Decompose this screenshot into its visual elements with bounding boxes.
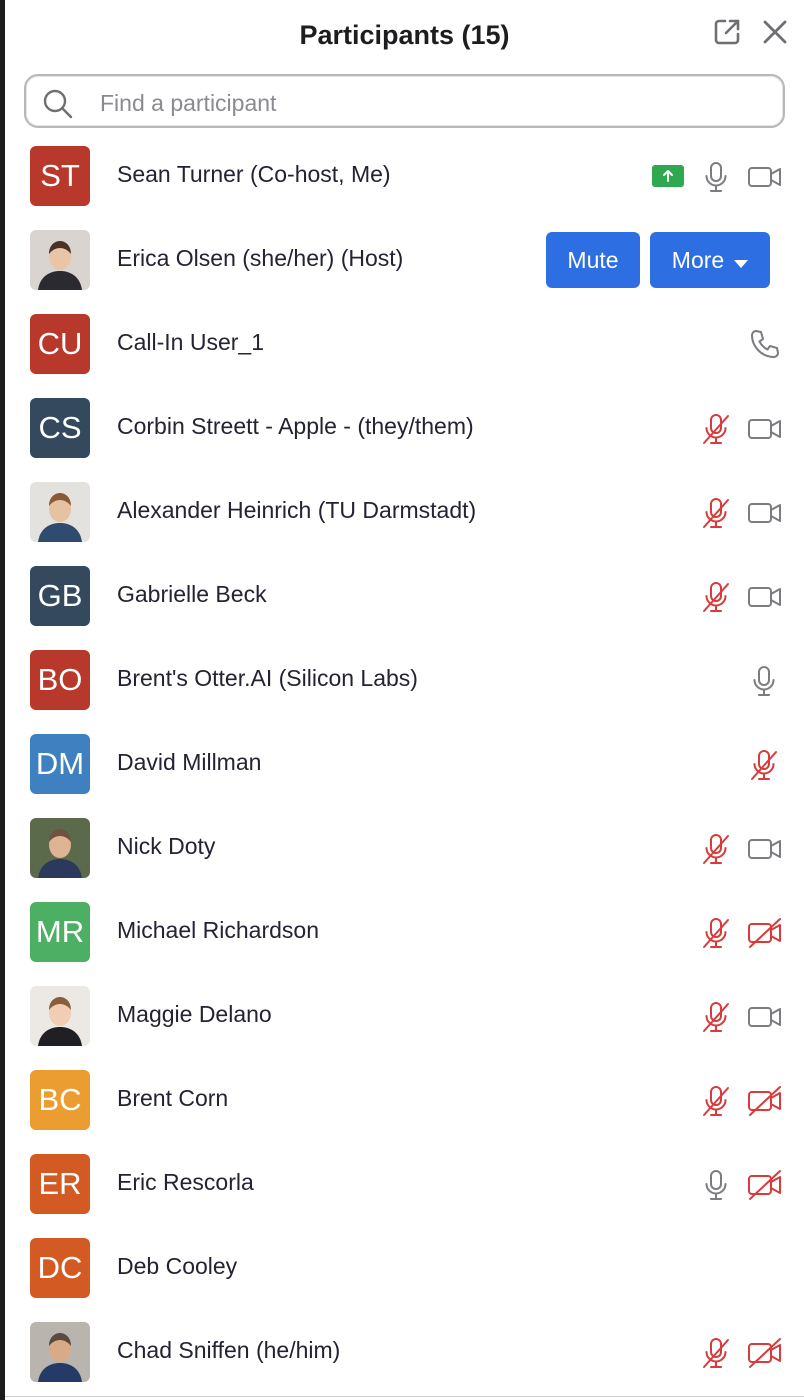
participant-name: Brent Corn [117, 1085, 229, 1111]
video-off-icon [747, 1168, 783, 1202]
video-icon [747, 580, 783, 614]
mute-button[interactable]: Mute [546, 232, 640, 288]
participant-row[interactable]: Nick Doty [5, 806, 804, 890]
participant-row[interactable]: BO Brent's Otter.AI (Silicon Labs) [5, 638, 804, 722]
participant-row[interactable]: DM David Millman [5, 722, 804, 806]
avatar-initials: GB [37, 578, 83, 613]
phone-icon [749, 328, 781, 360]
avatar-initials: ER [38, 1166, 82, 1201]
avatar-photo [30, 818, 90, 878]
more-button[interactable]: More [650, 232, 770, 288]
participant-row[interactable]: Alexander Heinrich (TU Darmstadt) [5, 470, 804, 554]
mic-muted-icon [699, 1336, 733, 1370]
avatar-initials: BC [38, 1082, 82, 1117]
avatar-photo [30, 986, 90, 1046]
avatar-photo [30, 1322, 90, 1382]
avatar-initials: BO [37, 662, 83, 697]
participant-name: Brent's Otter.AI (Silicon Labs) [117, 665, 418, 691]
participant-name: Deb Cooley [117, 1253, 238, 1279]
participant-name: David Millman [117, 749, 262, 775]
participant-name: Chad Sniffen (he/him) [117, 1337, 341, 1363]
participant-name: Call-In User_1 [117, 329, 264, 355]
participant-name: Maggie Delano [117, 1001, 272, 1027]
avatar: DC [30, 1238, 90, 1298]
avatar: MR [30, 902, 90, 962]
participant-name: Eric Rescorla [117, 1169, 254, 1195]
participant-row[interactable]: CS Corbin Streett - Apple - (they/them) [5, 386, 804, 470]
caret-down-icon [734, 247, 749, 274]
search-icon [42, 88, 74, 125]
participant-row[interactable]: ER Eric Rescorla [5, 1142, 804, 1226]
mic-icon [699, 160, 733, 194]
avatar: BC [30, 1070, 90, 1130]
avatar-initials: DM [35, 746, 85, 781]
avatar-initials: CU [37, 326, 83, 361]
avatar: GB [30, 566, 90, 626]
mic-muted-icon [699, 496, 733, 530]
participant-row[interactable]: Erica Olsen (she/her) (Host) Mute More [5, 218, 804, 302]
panel-title: Participants (15) [299, 20, 510, 50]
close-icon[interactable] [757, 14, 793, 50]
mic-muted-icon [699, 412, 733, 446]
participant-name: Michael Richardson [117, 917, 319, 943]
participant-row[interactable]: BC Brent Corn [5, 1058, 804, 1142]
mic-muted-icon [699, 916, 733, 950]
popout-icon[interactable] [709, 14, 745, 50]
participant-name: Gabrielle Beck [117, 581, 267, 607]
video-icon [747, 832, 783, 866]
video-off-icon [747, 1084, 783, 1118]
mic-muted-icon [699, 832, 733, 866]
share-screen-icon [652, 165, 684, 187]
search-input[interactable] [98, 84, 752, 122]
divider [5, 1396, 804, 1397]
video-icon [747, 160, 783, 194]
avatar-initials: MR [35, 914, 85, 949]
more-button-label: More [671, 246, 725, 273]
search-box [24, 74, 785, 128]
avatar-initials: DC [37, 1250, 83, 1285]
video-icon [747, 1000, 783, 1034]
mic-muted-icon [747, 748, 781, 782]
avatar: ST [30, 146, 90, 206]
participant-row[interactable]: Chad Sniffen (he/him) [5, 1310, 804, 1394]
participant-name: Alexander Heinrich (TU Darmstadt) [117, 497, 477, 523]
avatar: DM [30, 734, 90, 794]
video-off-icon [747, 916, 783, 950]
avatar: BO [30, 650, 90, 710]
participant-name: Sean Turner (Co-host, Me) [117, 161, 391, 187]
participant-row[interactable]: GB Gabrielle Beck [5, 554, 804, 638]
participant-name: Erica Olsen (she/her) (Host) [117, 245, 404, 271]
avatar-photo [30, 482, 90, 542]
avatar-initials: ST [40, 158, 80, 193]
video-off-icon [747, 1336, 783, 1370]
participant-name: Corbin Streett - Apple - (they/them) [117, 413, 474, 439]
participant-name: Nick Doty [117, 833, 216, 859]
panel-header: Participants (15) [5, 0, 804, 72]
avatar: CS [30, 398, 90, 458]
avatar-photo [30, 230, 90, 290]
mic-icon [699, 1168, 733, 1202]
mic-muted-icon [699, 580, 733, 614]
participant-row[interactable]: Maggie Delano [5, 974, 804, 1058]
avatar: CU [30, 314, 90, 374]
participant-row[interactable]: DC Deb Cooley [5, 1226, 804, 1310]
video-icon [747, 496, 783, 530]
participant-row[interactable]: CU Call-In User_1 [5, 302, 804, 386]
mic-icon [747, 664, 781, 698]
participant-row[interactable]: MR Michael Richardson [5, 890, 804, 974]
video-icon [747, 412, 783, 446]
avatar: ER [30, 1154, 90, 1214]
mic-muted-icon [699, 1000, 733, 1034]
mic-muted-icon [699, 1084, 733, 1118]
avatar-initials: CS [38, 410, 82, 445]
participant-row[interactable]: ST Sean Turner (Co-host, Me) [5, 134, 804, 218]
